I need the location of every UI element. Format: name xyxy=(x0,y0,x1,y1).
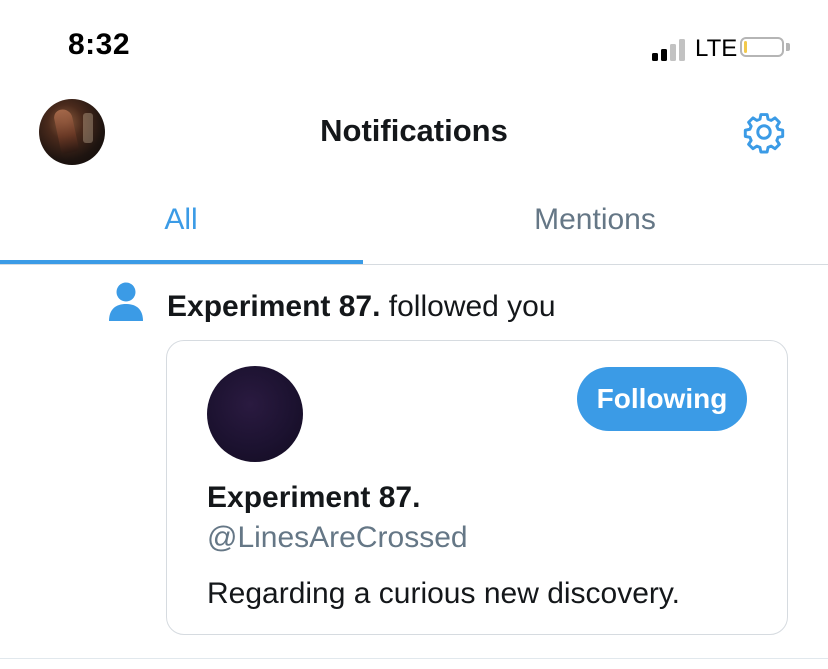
person-icon xyxy=(108,281,144,323)
user-handle: @LinesAreCrossed xyxy=(207,521,468,554)
notifications-screen: 8:32 LTE Notifications All Mentions Expe… xyxy=(0,0,828,669)
user-bio: Regarding a curious new discovery. xyxy=(207,577,681,610)
tab-all[interactable]: All xyxy=(0,192,362,264)
notification-action: followed you xyxy=(388,290,556,323)
status-time: 8:32 xyxy=(68,28,131,61)
divider xyxy=(0,658,828,659)
active-tab-indicator xyxy=(0,260,363,264)
user-card[interactable]: Following Experiment 87. @LinesAreCrosse… xyxy=(166,340,788,635)
battery-level xyxy=(744,41,747,53)
battery-nub xyxy=(786,43,790,51)
network-type: LTE xyxy=(695,35,738,62)
notification-text: Experiment 87. followed you xyxy=(167,290,556,324)
tab-mentions[interactable]: Mentions xyxy=(414,192,776,264)
notification-actor[interactable]: Experiment 87. xyxy=(167,290,380,323)
page-title: Notifications xyxy=(320,113,508,148)
following-button[interactable]: Following xyxy=(577,367,747,431)
signal-strength-icon xyxy=(652,37,688,61)
gear-icon[interactable] xyxy=(742,110,786,154)
user-avatar[interactable] xyxy=(207,366,303,462)
battery-icon xyxy=(740,37,784,57)
notification-tabs: All Mentions xyxy=(0,192,828,265)
user-name: Experiment 87. xyxy=(207,481,421,514)
